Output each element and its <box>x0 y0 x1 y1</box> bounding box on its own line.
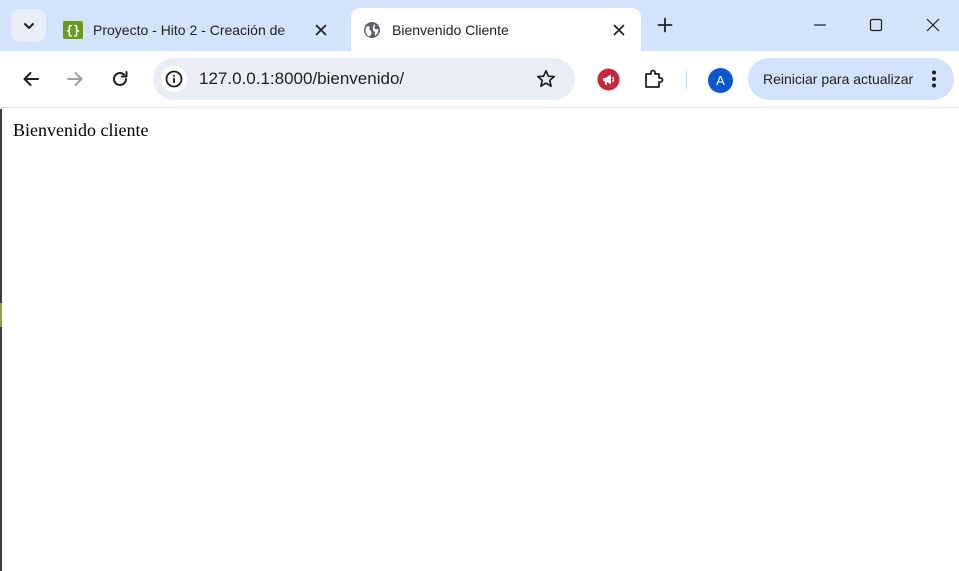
browser-toolbar: 127.0.0.1:8000/bienvenido/ A Reiniciar p… <box>0 51 959 108</box>
close-icon[interactable] <box>609 20 629 40</box>
tab-title: Bienvenido Cliente <box>392 21 509 38</box>
close-icon[interactable] <box>311 20 331 40</box>
address-bar[interactable]: 127.0.0.1:8000/bienvenido/ <box>153 58 575 100</box>
new-tab-button[interactable] <box>654 14 676 36</box>
toolbar-divider <box>686 69 687 89</box>
maximize-button[interactable] <box>861 11 891 39</box>
tab-title: Proyecto - Hito 2 - Creación de <box>93 21 286 38</box>
tab-bienvenido-cliente[interactable]: Bienvenido Cliente <box>351 8 641 51</box>
overleaf-icon: {} <box>63 20 83 40</box>
profile-avatar[interactable]: A <box>708 68 733 93</box>
minimize-icon <box>814 24 826 26</box>
svg-text:{}: {} <box>66 23 80 37</box>
close-icon <box>926 18 940 32</box>
plus-icon <box>657 17 673 33</box>
url-text[interactable]: 127.0.0.1:8000/bienvenido/ <box>199 69 404 89</box>
minimize-button[interactable] <box>805 11 835 39</box>
arrow-left-icon <box>23 72 39 86</box>
arrow-right-icon <box>67 72 83 86</box>
reload-button[interactable] <box>108 67 132 91</box>
window-left-edge-mark <box>0 303 2 327</box>
window-close-button[interactable] <box>918 11 948 39</box>
site-info-button[interactable] <box>161 66 187 92</box>
tab-overleaf[interactable]: {} Proyecto - Hito 2 - Creación de <box>55 8 343 51</box>
puzzle-icon <box>645 69 664 88</box>
tab-strip: {} Proyecto - Hito 2 - Creación de Bienv… <box>0 0 959 51</box>
info-icon <box>165 70 183 88</box>
restart-to-update-button[interactable]: Reiniciar para actualizar <box>748 58 954 100</box>
extensions-button[interactable] <box>642 67 666 91</box>
more-vertical-icon[interactable] <box>926 68 942 90</box>
tab-search-button[interactable] <box>11 9 46 42</box>
chevron-down-icon <box>23 22 34 29</box>
welcome-text: Bienvenido cliente <box>13 120 149 140</box>
maximize-icon <box>869 18 883 32</box>
restart-to-update-label: Reiniciar para actualizar <box>763 71 914 87</box>
globe-icon <box>362 20 382 40</box>
star-icon <box>536 69 556 88</box>
forward-button[interactable] <box>63 67 87 91</box>
page-content: Bienvenido cliente <box>0 109 959 571</box>
window-left-edge <box>0 109 2 571</box>
extension-megaphone-icon[interactable] <box>597 68 620 91</box>
back-button[interactable] <box>19 67 43 91</box>
bookmark-button[interactable] <box>535 68 557 90</box>
reload-icon <box>113 71 128 86</box>
